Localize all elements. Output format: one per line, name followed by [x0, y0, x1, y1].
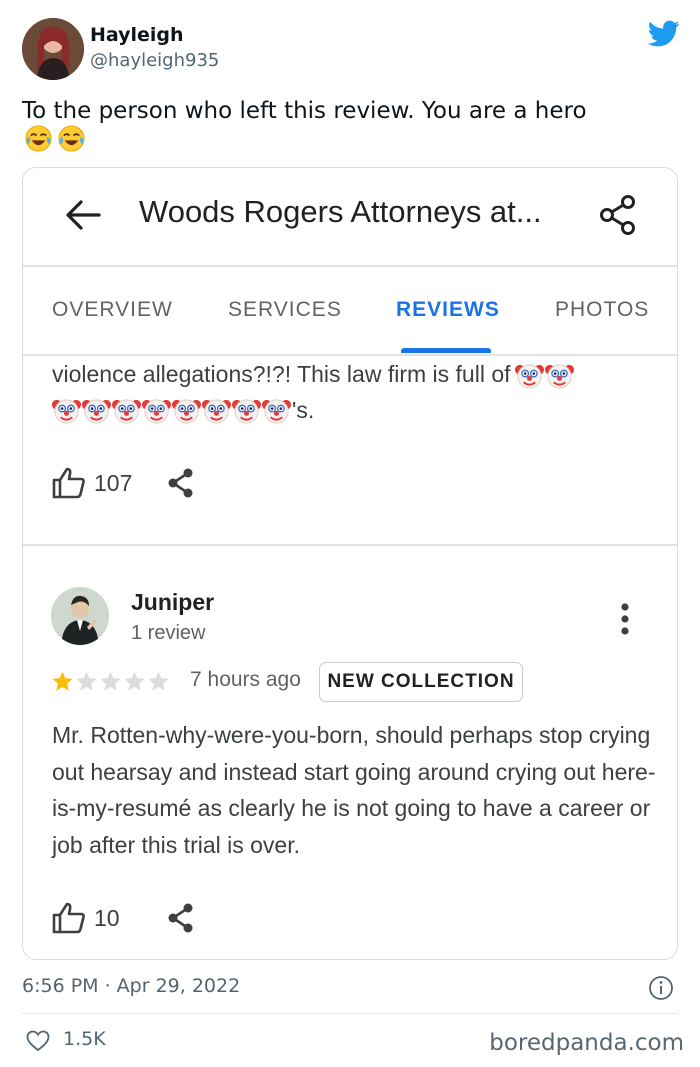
- review-actions: 10: [52, 901, 196, 935]
- clown-emoji-group: [514, 361, 575, 390]
- like-count: 10: [94, 904, 120, 931]
- tab-reviews[interactable]: REVIEWS: [396, 298, 500, 322]
- clown-face-emoji-icon: [202, 398, 231, 424]
- star-empty-icon: [76, 671, 97, 691]
- divider: [23, 265, 677, 267]
- tweet-header: Hayleigh @hayleigh935: [22, 16, 680, 80]
- clown-face-emoji-icon: [172, 398, 201, 424]
- thumbs-up-icon[interactable]: [52, 467, 86, 499]
- info-icon[interactable]: [648, 975, 674, 1001]
- tears-of-joy-emoji-icon: [58, 125, 85, 152]
- share-icon[interactable]: [166, 466, 196, 500]
- place-title: Woods Rogers Attorneys at...: [139, 194, 542, 229]
- tweet-text: To the person who left this review. You …: [22, 98, 587, 124]
- more-options-icon[interactable]: [619, 602, 631, 636]
- clown-face-emoji-icon: [82, 398, 111, 424]
- tab-photos[interactable]: PHOTOS: [555, 298, 649, 322]
- watermark: boredpanda.com: [489, 1030, 684, 1056]
- clown-face-emoji-icon: [544, 364, 574, 389]
- maps-screenshot-card[interactable]: Woods Rogers Attorneys at... OVERVIEW SE…: [22, 167, 678, 960]
- review-text: Mr. Rotten-why-were-you-born, should per…: [52, 722, 656, 858]
- thumbs-up-icon[interactable]: [52, 902, 86, 934]
- previous-review-actions: 107: [52, 466, 196, 500]
- star-filled-icon: [52, 671, 73, 691]
- star-empty-icon: [148, 671, 169, 691]
- reviewer-avatar[interactable]: [51, 587, 109, 645]
- previous-review-text: violence allegations?!?! This law firm i…: [52, 361, 511, 387]
- tab-services[interactable]: SERVICES: [228, 298, 342, 322]
- clown-emoji-group: [52, 396, 292, 425]
- active-tab-indicator: [401, 348, 491, 353]
- place-header: Woods Rogers Attorneys at...: [23, 168, 677, 266]
- user-avatar[interactable]: [22, 18, 84, 80]
- divider: [23, 544, 677, 546]
- star-rating: [51, 670, 170, 693]
- star-empty-icon: [100, 671, 121, 691]
- like-count: 107: [94, 469, 133, 496]
- clown-face-emoji-icon: [514, 364, 544, 389]
- divider: [22, 1013, 678, 1014]
- heart-icon[interactable]: [26, 1030, 50, 1052]
- previous-review-tail: 's.: [292, 396, 315, 423]
- previous-review-fragment: violence allegations?!?! This law firm i…: [52, 354, 652, 428]
- share-icon[interactable]: [166, 901, 196, 935]
- like-count: 1.5K: [63, 1028, 106, 1050]
- share-icon[interactable]: [599, 194, 637, 236]
- previous-review-line: 's.: [52, 392, 652, 428]
- clown-face-emoji-icon: [232, 398, 261, 424]
- clown-face-emoji-icon: [52, 398, 81, 424]
- tab-bar: OVERVIEW SERVICES REVIEWS PHOTOS: [23, 268, 677, 354]
- tears-of-joy-emoji-icon: [25, 125, 52, 152]
- review-time: 7 hours ago: [190, 668, 301, 691]
- previous-review-line: violence allegations?!?! This law firm i…: [52, 356, 652, 392]
- tweet-timestamp[interactable]: 6:56 PM · Apr 29, 2022: [22, 975, 240, 997]
- user-handle[interactable]: @hayleigh935: [90, 50, 219, 71]
- tab-overview[interactable]: OVERVIEW: [52, 298, 173, 322]
- clown-face-emoji-icon: [112, 398, 141, 424]
- user-name[interactable]: Hayleigh: [90, 24, 184, 46]
- reviewer-name[interactable]: Juniper: [131, 589, 214, 616]
- back-arrow-icon[interactable]: [63, 198, 101, 232]
- new-collection-badge[interactable]: NEW COLLECTION: [319, 662, 523, 702]
- clown-face-emoji-icon: [142, 398, 171, 424]
- star-empty-icon: [124, 671, 145, 691]
- reviewer-review-count: 1 review: [131, 622, 206, 644]
- clown-face-emoji-icon: [262, 398, 291, 424]
- tweet-emoji-row: [24, 124, 86, 153]
- twitter-bird-icon[interactable]: [648, 20, 680, 48]
